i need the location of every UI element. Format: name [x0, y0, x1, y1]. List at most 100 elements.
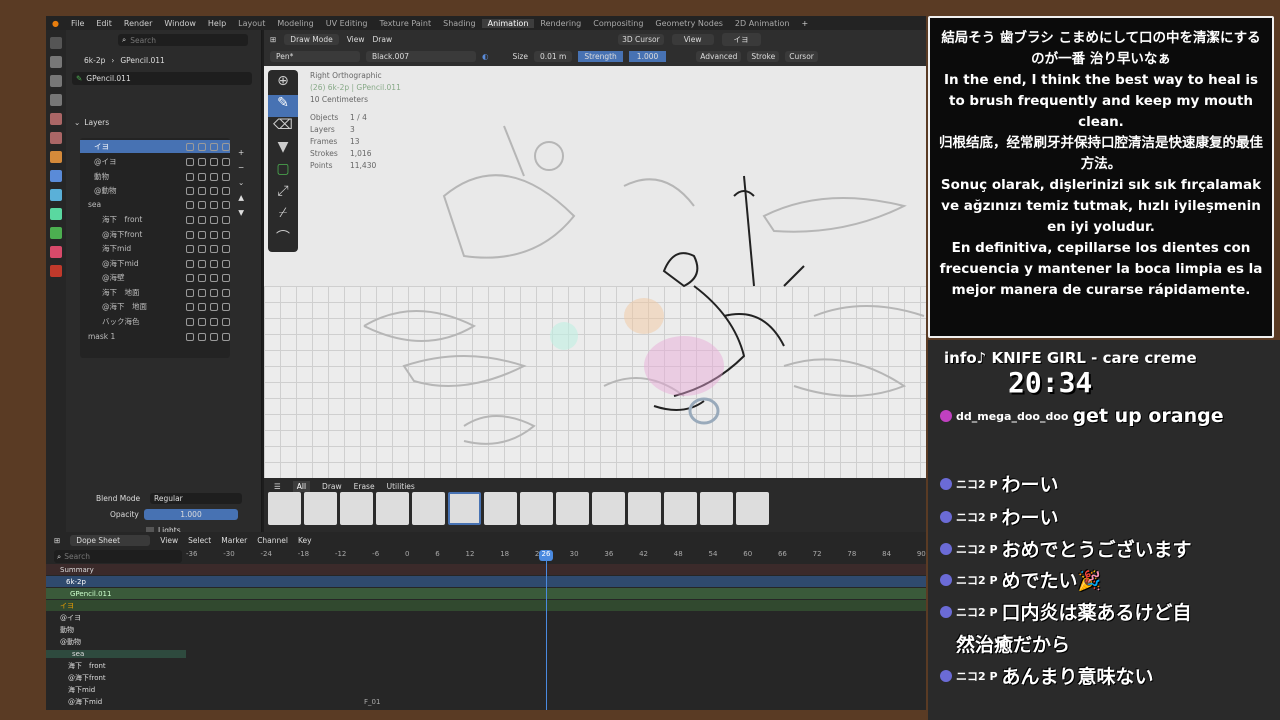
modifier-icon[interactable]	[50, 170, 62, 182]
layers-panel-header[interactable]: ⌄ Layers	[74, 116, 109, 129]
tab-utilities[interactable]: Utilities	[387, 482, 415, 491]
editor-type-icon[interactable]: ⊞	[270, 35, 276, 44]
tab-animation[interactable]: Animation	[481, 18, 535, 28]
output-icon[interactable]	[50, 75, 62, 87]
strength-field[interactable]: 1.000	[628, 51, 667, 62]
onion-icon[interactable]	[198, 302, 206, 311]
lock-icon[interactable]	[222, 157, 230, 166]
channel-layer[interactable]: @海下front	[46, 672, 926, 683]
view-layer-icon[interactable]	[50, 94, 62, 106]
channel-layer[interactable]: @動物	[46, 636, 926, 647]
mask-icon[interactable]	[186, 157, 194, 166]
mode-dropdown[interactable]: Draw Mode	[284, 34, 339, 45]
eye-icon[interactable]	[210, 317, 218, 326]
layer-item[interactable]: イヨ	[80, 140, 230, 153]
dope-sheet-mode-dropdown[interactable]: Dope Sheet	[70, 535, 151, 546]
lock-icon[interactable]	[222, 259, 230, 268]
onion-icon[interactable]	[198, 172, 206, 181]
tab-rendering[interactable]: Rendering	[534, 19, 587, 28]
brush-thumbnail[interactable]	[520, 492, 553, 525]
3d-viewport[interactable]: ⊞ Draw Mode View Draw 3D Cursor View イヨ …	[264, 30, 926, 492]
mask-icon[interactable]	[186, 200, 194, 209]
lock-icon[interactable]	[222, 302, 230, 311]
eye-icon[interactable]	[210, 244, 218, 253]
lock-icon[interactable]	[222, 172, 230, 181]
current-frame-indicator[interactable]: 26	[539, 550, 553, 561]
layer-dropdown[interactable]: イヨ	[721, 33, 761, 46]
gpencil-name-field[interactable]: ✎ GPencil.011	[72, 72, 252, 85]
playhead-line[interactable]	[546, 550, 547, 710]
brush-thumbnail[interactable]	[484, 492, 517, 525]
eye-icon[interactable]	[210, 332, 218, 341]
brush-thumbnail[interactable]	[268, 492, 301, 525]
editor-type-icon[interactable]: ⊞	[54, 536, 60, 545]
shelf-menu-icon[interactable]: ☰	[274, 482, 281, 491]
menu-file[interactable]: File	[65, 19, 90, 28]
advanced-dropdown[interactable]: Advanced	[696, 51, 742, 62]
properties-search[interactable]: ⌕ Search	[118, 34, 248, 46]
menu-render[interactable]: Render	[118, 19, 158, 28]
tab-shading[interactable]: Shading	[437, 19, 482, 28]
remove-layer-button[interactable]: −	[238, 163, 244, 172]
dope-sheet[interactable]: ⊞ Dope Sheet View Select Marker Channel …	[46, 532, 926, 710]
channel-layer[interactable]: 動物	[46, 624, 926, 635]
eye-icon[interactable]	[210, 215, 218, 224]
eye-icon[interactable]	[210, 172, 218, 181]
layer-item[interactable]: 動物	[80, 170, 230, 183]
tab-geometry-nodes[interactable]: Geometry Nodes	[649, 19, 728, 28]
onion-icon[interactable]	[198, 332, 206, 341]
eye-icon[interactable]	[210, 230, 218, 239]
tab-all[interactable]: All	[292, 481, 311, 492]
eye-icon[interactable]	[210, 273, 218, 282]
channel-layer[interactable]: イヨ	[46, 600, 926, 611]
tab-texture-paint[interactable]: Texture Paint	[373, 19, 437, 28]
menu-view[interactable]: View	[160, 536, 178, 545]
onion-icon[interactable]	[198, 244, 206, 253]
tab-erase[interactable]: Erase	[354, 482, 375, 491]
channel-gpencil[interactable]: GPencil.011	[46, 588, 926, 599]
tab-layout[interactable]: Layout	[232, 19, 271, 28]
layer-item[interactable]: @海下 地面	[80, 300, 230, 313]
layer-item[interactable]: @海下mid	[80, 257, 230, 270]
eyedropper-tool-icon[interactable]: ⌿	[268, 205, 298, 227]
channel-layer[interactable]: 海下mid	[46, 684, 926, 695]
render-icon[interactable]	[50, 56, 62, 68]
layer-item[interactable]: @海下front	[80, 228, 230, 241]
size-field[interactable]: 0.01 m	[533, 51, 573, 62]
brush-thumbnail[interactable]	[700, 492, 733, 525]
eye-icon[interactable]	[210, 302, 218, 311]
onion-icon[interactable]	[198, 186, 206, 195]
layer-item[interactable]: 海下 地面	[80, 286, 230, 299]
brush-thumbnail[interactable]	[736, 492, 769, 525]
layer-item[interactable]: 海下mid	[80, 242, 230, 255]
menu-channel[interactable]: Channel	[257, 536, 288, 545]
tab-2d-animation[interactable]: 2D Animation	[729, 19, 796, 28]
eye-icon[interactable]	[210, 288, 218, 297]
brush-thumbnail[interactable]	[376, 492, 409, 525]
brush-thumbnail[interactable]	[664, 492, 697, 525]
lock-icon[interactable]	[222, 273, 230, 282]
tool-icon[interactable]	[50, 37, 62, 49]
brush-thumbnail[interactable]	[628, 492, 661, 525]
blender-logo-icon[interactable]: ●	[46, 19, 65, 28]
menu-draw[interactable]: Draw	[373, 35, 393, 44]
tab-compositing[interactable]: Compositing	[587, 19, 649, 28]
mask-icon[interactable]	[186, 142, 194, 151]
stroke-dropdown[interactable]: Stroke	[747, 51, 780, 62]
blend-mode-dropdown[interactable]: Regular	[150, 493, 242, 504]
mask-icon[interactable]	[186, 273, 194, 282]
mask-icon[interactable]	[186, 172, 194, 181]
erase-tool-icon[interactable]: ⌫	[268, 117, 298, 139]
lock-icon[interactable]	[222, 230, 230, 239]
channel-object[interactable]: 6k-2p	[46, 576, 926, 587]
layer-item[interactable]: 海下 front	[80, 213, 230, 226]
menu-key[interactable]: Key	[298, 536, 312, 545]
onion-icon[interactable]	[198, 317, 206, 326]
layer-group[interactable]: sea	[80, 198, 230, 211]
draw-tool-icon[interactable]: ✎	[268, 95, 298, 117]
onion-icon[interactable]	[198, 200, 206, 209]
eye-icon[interactable]	[210, 186, 218, 195]
menu-edit[interactable]: Edit	[90, 19, 118, 28]
box-tool-icon[interactable]: ▢	[268, 161, 298, 183]
cursor-tool-icon[interactable]: ⊕	[268, 73, 298, 95]
